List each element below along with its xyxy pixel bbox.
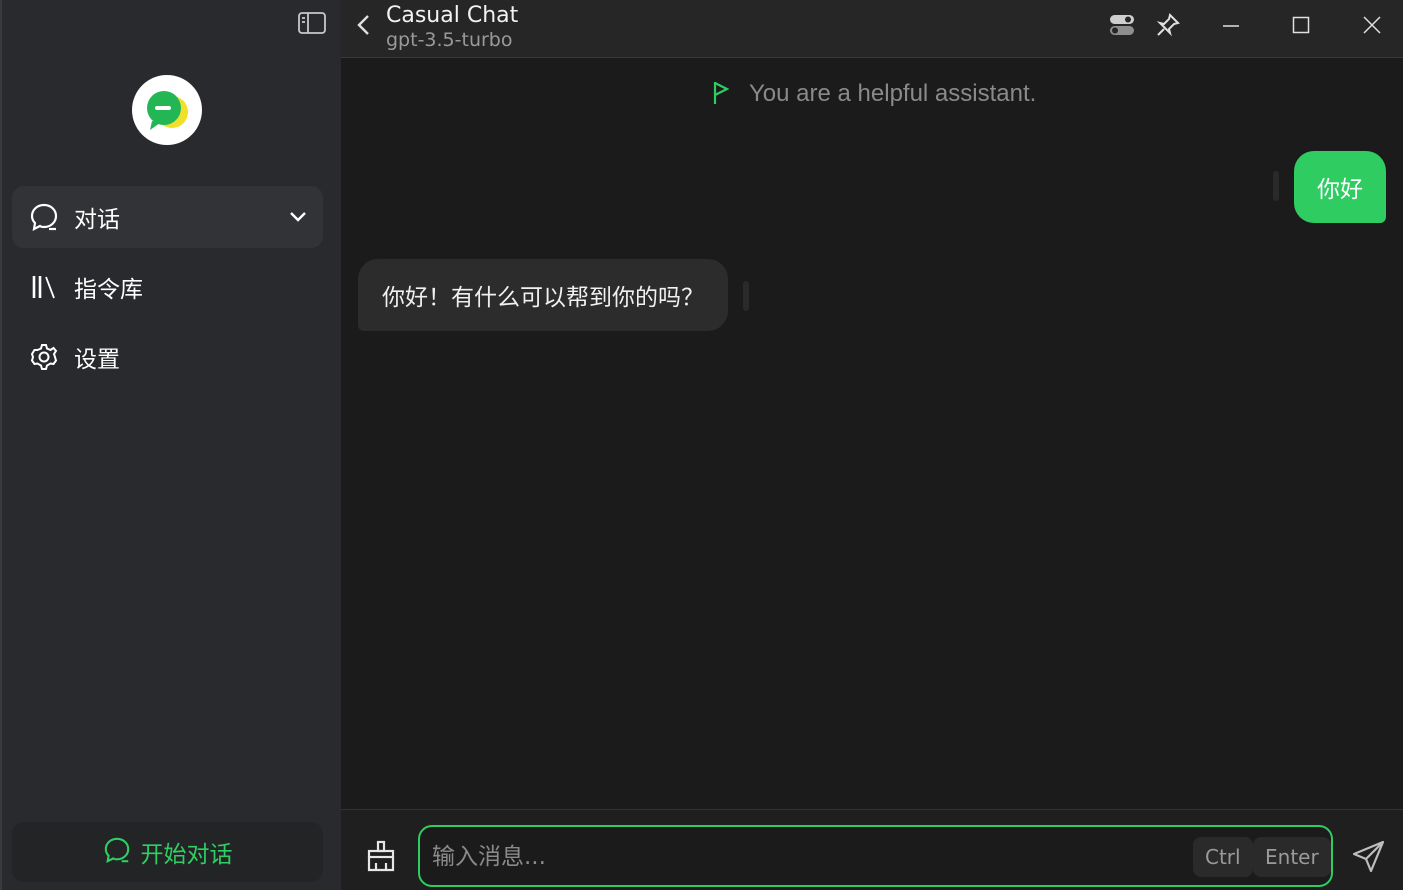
composer-bar: Ctrl Enter: [341, 809, 1403, 890]
new-chat-button[interactable]: 开始对话: [12, 822, 323, 882]
sidebar-item-prompts[interactable]: 指令库: [12, 256, 323, 318]
library-icon: [28, 271, 60, 303]
assistant-message: 你好！有什么可以帮到你的吗？: [358, 259, 728, 331]
sidebar-item-label: 指令库: [74, 277, 143, 303]
shortcut-ctrl-key: Ctrl: [1193, 837, 1253, 877]
chat-header: Casual Chat gpt-3.5-turbo: [341, 0, 1403, 58]
sidebar-toggle-icon[interactable]: [296, 10, 328, 36]
message-input-wrapper: Ctrl Enter: [418, 825, 1333, 887]
sidebar: 对话 指令库 设置 开始对话: [0, 0, 341, 890]
pin-icon[interactable]: [1149, 10, 1187, 40]
new-chat-label: 开始对话: [140, 842, 233, 868]
chat-bubble-icon: [103, 836, 131, 868]
minimize-icon[interactable]: [1212, 10, 1250, 40]
clear-broom-icon[interactable]: [363, 838, 399, 874]
message-handle: [1273, 171, 1279, 201]
chat-model: gpt-3.5-turbo: [386, 29, 513, 51]
close-icon[interactable]: [1353, 10, 1391, 40]
maximize-icon[interactable]: [1282, 10, 1320, 40]
chat-area: Casual Chat gpt-3.5-turbo You are a help…: [341, 0, 1403, 890]
user-message: 你好: [1294, 151, 1386, 223]
chat-bubble-icon: [28, 201, 60, 233]
chevron-down-icon[interactable]: [287, 205, 309, 231]
flag-icon: [711, 78, 731, 110]
toggle-options-icon[interactable]: [1103, 10, 1141, 40]
back-arrow-icon[interactable]: [351, 12, 377, 38]
message-handle: [743, 281, 749, 311]
sidebar-item-settings[interactable]: 设置: [12, 326, 323, 388]
message-input[interactable]: [432, 837, 1172, 877]
shortcut-enter-key: Enter: [1253, 837, 1331, 877]
gear-icon: [28, 341, 60, 373]
sidebar-item-chat[interactable]: 对话: [12, 186, 323, 248]
app-window: 对话 指令库 设置 开始对话 Casual Chat gpt-3.5-turbo…: [0, 0, 1403, 890]
chat-title: Casual Chat: [386, 3, 519, 28]
app-logo: [132, 75, 202, 145]
send-icon[interactable]: [1349, 836, 1389, 876]
system-prompt[interactable]: You are a helpful assistant.: [711, 78, 1036, 110]
system-prompt-text: You are a helpful assistant.: [749, 80, 1037, 107]
sidebar-item-label: 对话: [74, 207, 120, 233]
sidebar-item-label: 设置: [74, 347, 120, 373]
